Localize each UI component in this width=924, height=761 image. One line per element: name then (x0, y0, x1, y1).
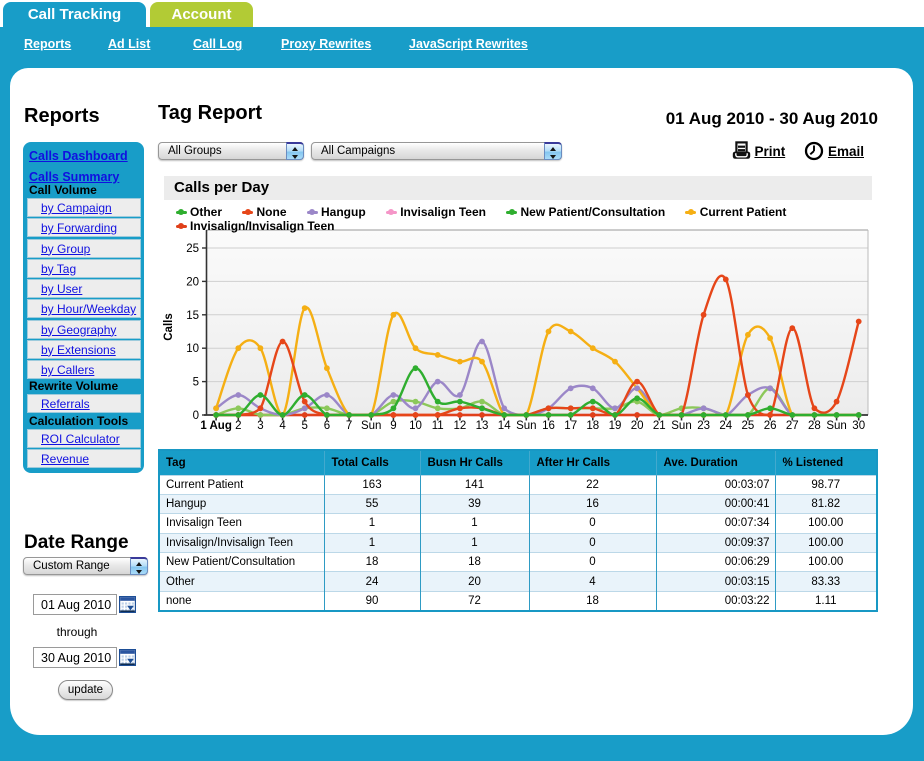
svg-text:11: 11 (432, 420, 444, 432)
svg-text:Calls: Calls (163, 313, 175, 341)
svg-text:Sun: Sun (516, 420, 536, 432)
svg-text:5: 5 (193, 377, 199, 389)
svg-text:0: 0 (193, 410, 199, 422)
svg-text:15: 15 (186, 310, 199, 322)
svg-text:20: 20 (631, 420, 644, 432)
svg-text:4: 4 (279, 420, 286, 432)
svg-text:25: 25 (186, 243, 199, 255)
svg-text:24: 24 (719, 420, 732, 432)
svg-text:13: 13 (476, 420, 489, 432)
svg-text:14: 14 (498, 420, 511, 432)
svg-text:16: 16 (542, 420, 555, 432)
svg-text:Sun: Sun (826, 420, 846, 432)
svg-text:21: 21 (653, 420, 666, 432)
svg-text:12: 12 (454, 420, 467, 432)
svg-text:6: 6 (324, 420, 330, 432)
svg-text:2: 2 (235, 420, 241, 432)
svg-text:Sun: Sun (361, 420, 381, 432)
svg-text:17: 17 (564, 420, 577, 432)
svg-text:10: 10 (409, 420, 422, 432)
svg-text:30: 30 (852, 420, 865, 432)
svg-text:5: 5 (301, 420, 307, 432)
svg-text:26: 26 (764, 420, 777, 432)
svg-text:28: 28 (808, 420, 821, 432)
svg-text:18: 18 (586, 420, 599, 432)
svg-text:23: 23 (697, 420, 710, 432)
svg-text:19: 19 (609, 420, 622, 432)
svg-text:27: 27 (786, 420, 799, 432)
svg-text:Sun: Sun (671, 420, 691, 432)
svg-text:10: 10 (186, 343, 199, 355)
svg-text:3: 3 (257, 420, 263, 432)
svg-text:9: 9 (390, 420, 396, 432)
svg-text:7: 7 (346, 420, 352, 432)
svg-text:25: 25 (742, 420, 755, 432)
svg-text:1 Aug: 1 Aug (200, 420, 232, 432)
svg-text:20: 20 (186, 276, 199, 288)
